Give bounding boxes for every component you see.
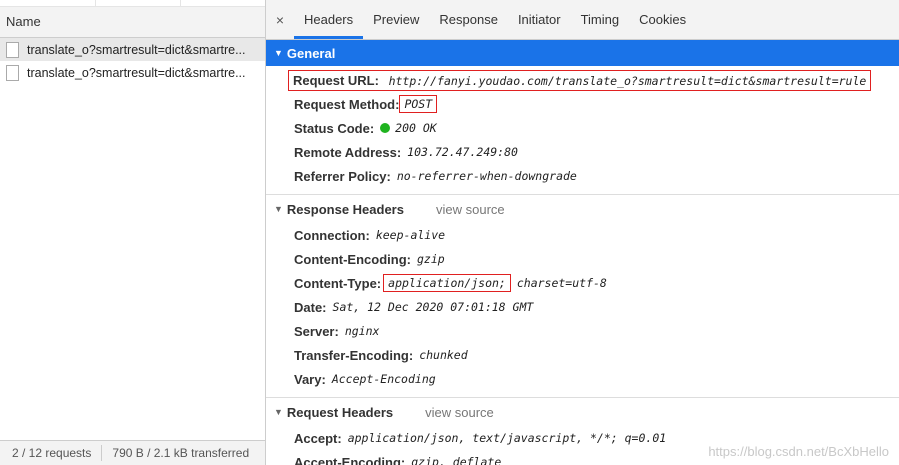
transferred-size: 790 B / 2.1 kB transferred [112, 446, 250, 460]
request-list-panel: Name translate_o?smartresult=dict&smartr… [0, 0, 266, 465]
header-value: gzip, deflate [411, 455, 502, 465]
header-name: Status Code: [294, 120, 375, 136]
details-tabbar: × Headers Preview Response Initiator Tim… [266, 0, 899, 40]
header-value: 200 OK [395, 121, 437, 135]
tab-response[interactable]: Response [429, 0, 508, 39]
header-name: Referrer Policy: [294, 168, 391, 184]
header-name: Request Method: [294, 96, 400, 112]
header-name: Remote Address: [294, 144, 402, 160]
request-headers-section-header[interactable]: ▼ Request Headers view source [266, 397, 899, 426]
file-icon [6, 41, 19, 58]
divider [101, 445, 103, 461]
tab-timing[interactable]: Timing [571, 0, 630, 39]
request-url-row: Request URL: http://fanyi.youdao.com/tra… [266, 68, 899, 92]
header-value: gzip [416, 252, 445, 266]
header-name: Transfer-Encoding: [294, 347, 414, 363]
header-value: http://fanyi.youdao.com/translate_o?smar… [388, 73, 867, 88]
header-name: Content-Encoding: [294, 251, 411, 267]
section-title: Request Headers [286, 404, 394, 420]
header-name: Connection: [294, 227, 370, 243]
header-value: Accept-Encoding [331, 372, 436, 386]
header-name: Vary: [294, 371, 326, 387]
request-count: 2 / 12 requests [12, 446, 92, 460]
tab-headers[interactable]: Headers [294, 0, 364, 39]
view-source-link[interactable]: view source [425, 405, 494, 420]
header-value: no-referrer-when-downgrade [396, 169, 577, 183]
response-headers-section-header[interactable]: ▼ Response Headers view source [266, 194, 899, 223]
general-section-header[interactable]: ▼ General [266, 40, 899, 66]
header-value: POST [399, 95, 438, 113]
referrer-policy-row: Referrer Policy: no-referrer-when-downgr… [266, 164, 899, 188]
header-value: keep-alive [375, 228, 446, 242]
triangle-down-icon: ▼ [274, 48, 283, 58]
header-value: charset=utf-8 [516, 276, 607, 290]
content-type-row: Content-Type: application/json; charset=… [266, 271, 899, 295]
name-column-header[interactable]: Name [0, 7, 265, 38]
tab-cookies[interactable]: Cookies [629, 0, 696, 39]
remote-address-row: Remote Address: 103.72.47.249:80 [266, 140, 899, 164]
status-bar: 2 / 12 requests 790 B / 2.1 kB transferr… [0, 440, 265, 465]
request-row[interactable]: translate_o?smartresult=dict&smartre... [0, 38, 265, 61]
header-name: Request URL: [293, 72, 379, 88]
section-title: Response Headers [286, 201, 404, 217]
header-name: Accept-Encoding: [294, 454, 406, 465]
transfer-encoding-row: Transfer-Encoding: chunked [266, 343, 899, 367]
date-row: Date: Sat, 12 Dec 2020 07:01:18 GMT [266, 295, 899, 319]
header-value: chunked [419, 348, 468, 362]
triangle-down-icon: ▼ [274, 204, 283, 214]
file-icon [6, 64, 19, 81]
tab-preview[interactable]: Preview [363, 0, 429, 39]
details-panel: × Headers Preview Response Initiator Tim… [266, 0, 899, 465]
header-name: Accept: [294, 430, 342, 446]
header-value: application/json, text/javascript, */*; … [347, 431, 667, 445]
tab-initiator[interactable]: Initiator [508, 0, 571, 39]
close-icon[interactable]: × [266, 0, 294, 39]
request-url-highlight: Request URL: http://fanyi.youdao.com/tra… [288, 69, 872, 91]
request-name: translate_o?smartresult=dict&smartre... [27, 42, 246, 57]
view-source-link[interactable]: view source [436, 202, 505, 217]
request-row[interactable]: translate_o?smartresult=dict&smartre... [0, 61, 265, 84]
status-code-row: Status Code: 200 OK [266, 116, 899, 140]
header-name: Server: [294, 323, 339, 339]
header-value-highlight: application/json; [383, 274, 511, 292]
status-ok-icon [380, 123, 391, 133]
request-method-row: Request Method: POST [266, 92, 899, 116]
watermark: https://blog.csdn.net/BcXbHello [708, 444, 889, 459]
header-name: Content-Type: [294, 275, 382, 291]
header-name: Date: [294, 299, 327, 315]
server-row: Server: nginx [266, 319, 899, 343]
connection-row: Connection: keep-alive [266, 223, 899, 247]
waterfall-grid [0, 0, 265, 7]
request-name: translate_o?smartresult=dict&smartre... [27, 65, 246, 80]
header-value: 103.72.47.249:80 [407, 145, 518, 159]
triangle-down-icon: ▼ [274, 407, 283, 417]
section-title: General [286, 45, 336, 61]
content-encoding-row: Content-Encoding: gzip [266, 247, 899, 271]
header-value: nginx [344, 324, 380, 338]
header-value: Sat, 12 Dec 2020 07:01:18 GMT [332, 300, 534, 314]
vary-row: Vary: Accept-Encoding [266, 367, 899, 391]
